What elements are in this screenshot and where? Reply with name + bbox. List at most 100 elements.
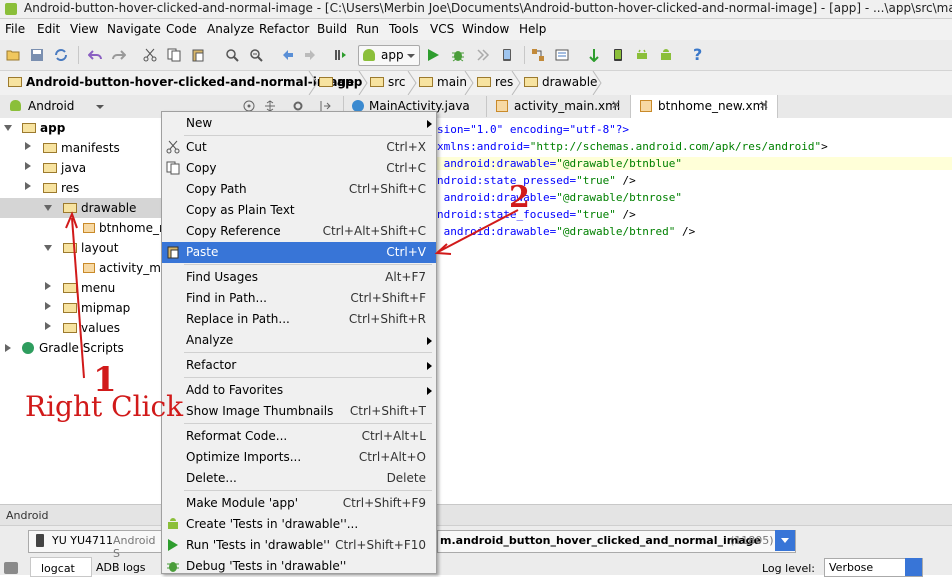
- menu-item-new[interactable]: New: [162, 113, 436, 134]
- menu-help[interactable]: Help: [519, 22, 546, 36]
- tree-item-layout[interactable]: layout: [63, 241, 118, 255]
- menu-item-show-image-thumbnails[interactable]: Show Image Thumbnails Ctrl+Shift+T: [162, 401, 436, 422]
- menu-navigate[interactable]: Navigate: [107, 22, 161, 36]
- breadcrumb-item-drawable[interactable]: drawable: [524, 75, 597, 89]
- menu-item-cut[interactable]: Cut Ctrl+X: [162, 137, 436, 158]
- collapse-arrow-icon[interactable]: [25, 162, 31, 170]
- menu-vcs[interactable]: VCS: [430, 22, 454, 36]
- device-select[interactable]: YU YU4711 Android S: [28, 530, 164, 560]
- menu-view[interactable]: View: [70, 22, 98, 36]
- menu-item-create-tests[interactable]: Create 'Tests in 'drawable''...: [162, 514, 436, 535]
- menu-analyze[interactable]: Analyze: [207, 22, 254, 36]
- menu-item-find-usages[interactable]: Find Usages Alt+F7: [162, 267, 436, 288]
- avd-manager-icon[interactable]: [611, 48, 625, 62]
- menu-refactor[interactable]: Refactor: [259, 22, 309, 36]
- copy-icon[interactable]: [167, 48, 181, 62]
- menu-window[interactable]: Window: [462, 22, 509, 36]
- paste-icon[interactable]: [191, 48, 205, 62]
- tree-item-values[interactable]: values: [63, 321, 120, 335]
- tree-item-app[interactable]: app: [22, 121, 65, 135]
- collapse-arrow-icon[interactable]: [45, 302, 51, 310]
- menu-item-delete[interactable]: Delete... Delete: [162, 468, 436, 489]
- menu-tools[interactable]: Tools: [389, 22, 419, 36]
- menu-item-paste[interactable]: Paste Ctrl+V: [162, 242, 436, 263]
- replace-icon[interactable]: [249, 48, 263, 62]
- menu-item-add-to-favorites[interactable]: Add to Favorites: [162, 380, 436, 401]
- sync-gradle-icon[interactable]: [587, 48, 601, 62]
- camera-icon[interactable]: [4, 562, 18, 574]
- log-level-select[interactable]: Verbose: [824, 558, 923, 577]
- expand-arrow-icon[interactable]: [44, 205, 52, 211]
- breadcrumb-item-src[interactable]: src: [370, 75, 406, 89]
- close-icon[interactable]: ✕: [611, 98, 621, 112]
- redo-icon[interactable]: [112, 48, 126, 62]
- tree-item-btnhome[interactable]: btnhome_n: [83, 221, 167, 235]
- settings-icon[interactable]: [555, 48, 569, 62]
- debug-icon[interactable]: [451, 48, 465, 62]
- project-structure-icon[interactable]: [531, 48, 545, 62]
- make-project-icon[interactable]: [334, 48, 348, 62]
- menu-item-run-tests[interactable]: Run 'Tests in 'drawable'' Ctrl+Shift+F10: [162, 535, 436, 556]
- breadcrumb-item-main[interactable]: main: [419, 75, 467, 89]
- run-icon[interactable]: [426, 48, 440, 62]
- expand-arrow-icon[interactable]: [44, 245, 52, 251]
- undo-icon[interactable]: [88, 48, 102, 62]
- breadcrumb-item-project[interactable]: Android-button-hover-clicked-and-normal-…: [8, 75, 354, 89]
- tree-item-drawable[interactable]: drawable: [63, 201, 136, 215]
- menu-run[interactable]: Run: [356, 22, 379, 36]
- process-select[interactable]: m.android_button_hover_clicked_and_norma…: [437, 530, 796, 553]
- menu-item-find-in-path[interactable]: Find in Path... Ctrl+Shift+F: [162, 288, 436, 309]
- menu-item-reformat-code[interactable]: Reformat Code... Ctrl+Alt+L: [162, 426, 436, 447]
- help-icon[interactable]: ?: [693, 45, 702, 64]
- menu-item-copy-path[interactable]: Copy Path Ctrl+Shift+C: [162, 179, 436, 200]
- tab-logcat[interactable]: logcat: [30, 557, 92, 577]
- back-icon[interactable]: [280, 48, 294, 62]
- run-config-select[interactable]: app: [358, 45, 420, 66]
- chevron-down-icon[interactable]: [775, 530, 795, 551]
- tree-item-manifests[interactable]: manifests: [43, 141, 120, 155]
- close-icon[interactable]: ✕: [759, 98, 769, 112]
- project-view-selector[interactable]: Android: [6, 98, 106, 115]
- find-icon[interactable]: [225, 48, 239, 62]
- menu-item-analyze[interactable]: Analyze: [162, 330, 436, 351]
- tree-item-gradle-scripts[interactable]: Gradle Scripts: [22, 341, 124, 355]
- tab-activity-main[interactable]: activity_main.xml ✕: [486, 96, 629, 117]
- tab-btnhome-new[interactable]: btnhome_new.xml ✕: [630, 95, 778, 118]
- attach-debugger-icon[interactable]: [476, 48, 490, 62]
- save-icon[interactable]: [30, 48, 44, 62]
- menu-file[interactable]: File: [5, 22, 25, 36]
- forward-icon[interactable]: [304, 48, 318, 62]
- collapse-arrow-icon[interactable]: [5, 344, 11, 352]
- sdk-manager-icon[interactable]: [635, 48, 649, 62]
- menu-item-make-module[interactable]: Make Module 'app' Ctrl+Shift+F9: [162, 493, 436, 514]
- collapse-arrow-icon[interactable]: [25, 142, 31, 150]
- menu-edit[interactable]: Edit: [37, 22, 60, 36]
- tree-item-mipmap[interactable]: mipmap: [63, 301, 130, 315]
- tree-item-res[interactable]: res: [43, 181, 79, 195]
- tree-item-java[interactable]: java: [43, 161, 86, 175]
- code-editor[interactable]: sion="1.0" encoding="utf-8"?> xmlns:andr…: [437, 118, 952, 504]
- device-icon[interactable]: [500, 48, 514, 62]
- tree-item-menu[interactable]: menu: [63, 281, 115, 295]
- collapse-arrow-icon[interactable]: [45, 282, 51, 290]
- expand-arrow-icon[interactable]: [4, 125, 12, 131]
- tree-item-activity-main[interactable]: activity_ma: [83, 261, 168, 275]
- breadcrumb-item-app[interactable]: app: [319, 75, 362, 89]
- breadcrumb-item-res[interactable]: res: [477, 75, 513, 89]
- menu-item-copy-reference[interactable]: Copy Reference Ctrl+Alt+Shift+C: [162, 221, 436, 242]
- menu-item-replace-in-path[interactable]: Replace in Path... Ctrl+Shift+R: [162, 309, 436, 330]
- open-folder-icon[interactable]: [6, 48, 20, 62]
- android-monitor-icon[interactable]: [659, 48, 673, 62]
- collapse-arrow-icon[interactable]: [25, 182, 31, 190]
- menu-item-shortcut: Ctrl+Shift+R: [348, 312, 426, 326]
- menu-code[interactable]: Code: [166, 22, 197, 36]
- collapse-arrow-icon[interactable]: [45, 322, 51, 330]
- menu-item-optimize-imports[interactable]: Optimize Imports... Ctrl+Alt+O: [162, 447, 436, 468]
- sync-icon[interactable]: [54, 48, 68, 62]
- tab-adb-logs[interactable]: ADB logs: [96, 561, 146, 574]
- menu-item-copy-plain-text[interactable]: Copy as Plain Text: [162, 200, 436, 221]
- cut-icon[interactable]: [143, 48, 157, 62]
- menu-build[interactable]: Build: [317, 22, 347, 36]
- menu-item-copy[interactable]: Copy Ctrl+C: [162, 158, 436, 179]
- menu-item-refactor[interactable]: Refactor: [162, 355, 436, 376]
